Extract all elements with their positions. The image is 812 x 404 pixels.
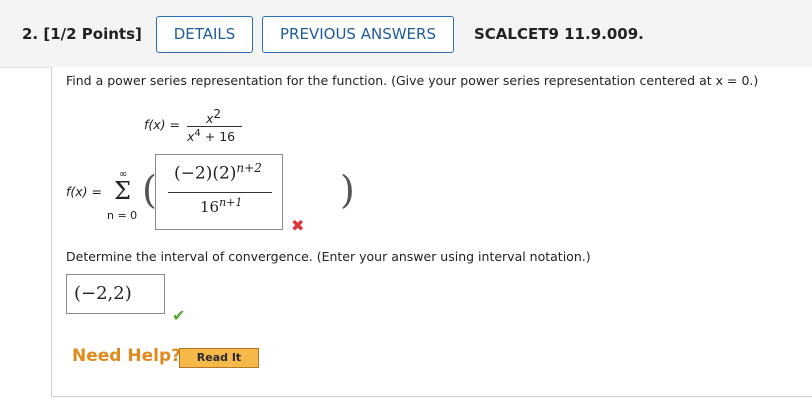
function-numerator: x2 <box>206 107 221 126</box>
question-code: SCALCET9 11.9.009. <box>474 25 644 43</box>
denominator-exponent: 4 <box>194 128 201 139</box>
sum-lower-limit: n = 0 <box>107 209 138 222</box>
series-answer-field[interactable]: (−2)(2)n+2 16n+1 <box>155 154 283 230</box>
instruction-text: Find a power series representation for t… <box>66 73 759 88</box>
numerator-exponent: 2 <box>213 107 222 121</box>
read-it-button[interactable]: Read It <box>179 348 259 368</box>
answer-numerator-exponent: n+2 <box>236 161 262 175</box>
question-header: 2. [1/2 Points] DETAILS PREVIOUS ANSWERS… <box>0 0 812 68</box>
interval-answer-field[interactable]: (−2,2) <box>66 274 165 314</box>
denominator-tail: + 16 <box>204 129 236 145</box>
answer-fraction-bar <box>168 192 272 193</box>
function-lhs: f(x) = <box>144 117 180 132</box>
interval-answer-value: (−2,2) <box>74 283 132 304</box>
right-paren: ) <box>340 168 355 212</box>
question-number: 2. [1/2 Points] <box>22 25 142 43</box>
answer-denominator-exponent: n+1 <box>219 196 243 209</box>
correct-check-icon: ✔ <box>172 306 186 325</box>
interval-prompt: Determine the interval of convergence. (… <box>66 249 591 264</box>
answer-numerator: (−2)(2)n+2 <box>174 161 262 184</box>
series-lhs: f(x) = <box>66 184 102 199</box>
answer-numerator-base: (−2)(2) <box>174 163 237 184</box>
sigma-icon: Σ <box>114 177 131 205</box>
incorrect-x-icon: ✖ <box>291 216 305 235</box>
need-help-label: Need Help? <box>72 346 181 366</box>
answer-denominator-base: 16 <box>200 198 220 216</box>
previous-answers-button[interactable]: PREVIOUS ANSWERS <box>262 16 454 53</box>
details-button[interactable]: DETAILS <box>156 16 253 53</box>
function-denominator: x4 + 16 <box>187 128 235 144</box>
function-fraction-bar <box>187 126 242 127</box>
answer-denominator: 16n+1 <box>200 196 242 216</box>
